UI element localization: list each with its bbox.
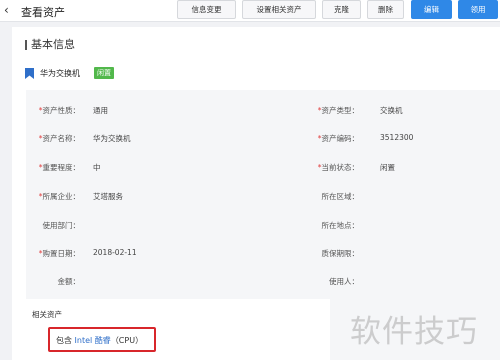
related-assets-section: 相关资产 包含 Intel 酷睿（CPU） <box>26 299 330 360</box>
section-title: 基本信息 <box>25 39 75 50</box>
watermark: 软件技巧 <box>350 314 478 350</box>
field-value: 艾塔服务 <box>93 192 123 201</box>
field-label: *资产类型： <box>317 106 359 115</box>
field-asset-code: *资产编码： 3512300 <box>266 133 500 145</box>
field-asset-nature: *资产性质： 通用 <box>26 105 266 117</box>
asset-name: 华为交换机 <box>40 69 80 78</box>
field-label: *资产名称： <box>38 134 80 143</box>
edit-button[interactable]: 编辑 <box>411 0 452 19</box>
related-asset-item: 包含 Intel 酷睿（CPU） <box>56 335 143 346</box>
field-label: 使用人： <box>329 277 359 286</box>
field-value: 闲置 <box>380 163 395 172</box>
top-bar: ‹ 查看资产 信息变更 设置相关资产 克隆 删除 编辑 领用 <box>0 0 500 22</box>
related-assets-title: 相关资产 <box>32 310 62 319</box>
page-title: 查看资产 <box>21 6 65 19</box>
field-amount: 金额： <box>26 276 266 288</box>
set-related-assets-button[interactable]: 设置相关资产 <box>242 0 316 19</box>
delete-button[interactable]: 删除 <box>367 0 404 19</box>
field-label: *重要程度： <box>38 163 80 172</box>
field-label: 质保期限： <box>321 249 360 258</box>
field-label: *所属企业： <box>38 192 80 201</box>
field-label: 所在区域： <box>321 192 360 201</box>
field-value: 交换机 <box>380 106 403 115</box>
info-change-button[interactable]: 信息变更 <box>177 0 236 19</box>
field-label: 金额： <box>57 277 81 286</box>
field-label: *当前状态： <box>317 163 359 172</box>
field-current-state: *当前状态： 闲置 <box>266 162 500 174</box>
related-asset-link[interactable]: Intel 酷睿 <box>75 336 111 345</box>
related-suffix: （CPU） <box>110 336 144 345</box>
field-value: 华为交换机 <box>93 134 131 143</box>
field-label: *资产性质： <box>38 106 80 115</box>
field-importance: *重要程度： 中 <box>26 162 266 174</box>
field-label: 使用部门： <box>42 221 81 230</box>
field-value: 2018-02-11 <box>93 248 137 257</box>
field-label: *资产编码： <box>317 134 359 143</box>
checkout-button[interactable]: 领用 <box>458 0 498 19</box>
field-value: 通用 <box>93 106 108 115</box>
field-value: 3512300 <box>380 133 414 142</box>
field-value: 中 <box>93 163 101 172</box>
field-department: 使用部门： <box>26 220 266 232</box>
field-user: 使用人： <box>266 276 500 288</box>
field-label: *购置日期： <box>38 249 80 258</box>
field-company: *所属企业： 艾塔服务 <box>26 191 266 203</box>
field-warranty: 质保期限： <box>266 248 500 260</box>
field-label: 所在地点： <box>321 221 360 230</box>
related-prefix: 包含 <box>56 336 72 345</box>
clone-button[interactable]: 克隆 <box>322 0 361 19</box>
field-asset-type: *资产类型： 交换机 <box>266 105 500 117</box>
field-area: 所在区域： <box>266 191 500 203</box>
field-asset-name: *资产名称： 华为交换机 <box>26 133 266 145</box>
back-arrow-icon[interactable]: ‹ <box>4 3 9 17</box>
status-badge: 闲置 <box>94 67 114 79</box>
bookmark-flag-icon <box>25 68 34 79</box>
field-purchase-date: *购置日期： 2018-02-11 <box>26 248 266 260</box>
related-asset-highlight: 包含 Intel 酷睿（CPU） <box>48 327 156 352</box>
field-location: 所在地点： <box>266 220 500 232</box>
